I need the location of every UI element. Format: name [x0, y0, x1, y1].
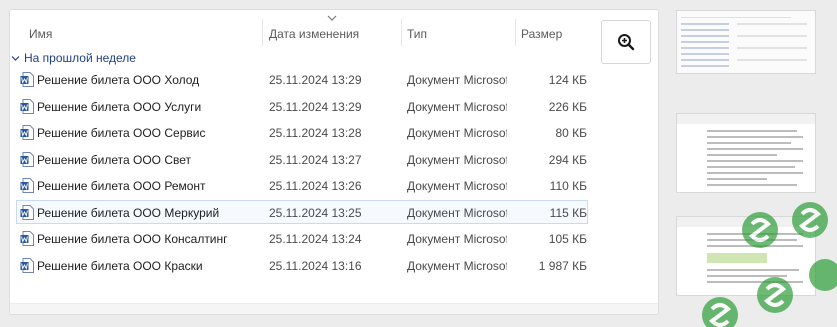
- chevron-down-icon: [11, 55, 20, 61]
- watermark-logo: [702, 202, 837, 327]
- mini-header-line: [681, 17, 791, 18]
- mini-text-line: [707, 136, 803, 138]
- word-document-icon: [20, 258, 34, 273]
- file-date: 25.11.2024 13:27: [269, 153, 362, 167]
- mini-text-line: [737, 35, 807, 37]
- file-explorer-panel: Имя Дата изменения Тип Размер На прошлой…: [9, 9, 659, 315]
- file-name: Решение билета ООО Свет: [37, 153, 192, 167]
- file-name: Решение билета ООО Услуги: [37, 100, 202, 114]
- mini-text-line: [681, 41, 729, 43]
- mini-text-line: [707, 142, 791, 144]
- group-header-label: На прошлой неделе: [24, 51, 136, 65]
- file-row[interactable]: Решение билета ООО Краски 25.11.2024 13:…: [16, 253, 588, 277]
- file-row[interactable]: Решение билета ООО Холод 25.11.2024 13:2…: [16, 67, 588, 91]
- mini-text-line: [707, 148, 803, 150]
- file-size: 110 КБ: [549, 179, 587, 193]
- mini-text-line: [681, 47, 729, 49]
- file-size: 105 КБ: [548, 232, 587, 246]
- file-date: 25.11.2024 13:29: [269, 73, 362, 87]
- mini-text-line: [737, 23, 807, 25]
- file-size: 1 987 КБ: [538, 259, 587, 273]
- mini-text-line: [681, 35, 729, 37]
- file-name: Решение билета ООО Меркурий: [37, 206, 220, 220]
- file-row[interactable]: Решение билета ООО Ремонт 25.11.2024 13:…: [16, 173, 588, 197]
- word-document-icon: [20, 125, 34, 140]
- status-bar: [10, 303, 658, 314]
- file-date: 25.11.2024 13:25: [269, 206, 362, 220]
- column-divider[interactable]: [515, 19, 516, 46]
- mini-toolbar: [677, 114, 815, 124]
- file-date: 25.11.2024 13:16: [269, 259, 362, 273]
- thumbnail-document-1[interactable]: [676, 113, 816, 193]
- file-date: 25.11.2024 13:24: [269, 232, 362, 246]
- word-document-icon: [20, 72, 34, 87]
- file-name: Решение билета ООО Ремонт: [37, 179, 206, 193]
- thumbnail-file-list[interactable]: [676, 10, 816, 74]
- file-size: 226 КБ: [548, 100, 587, 114]
- column-divider[interactable]: [401, 19, 402, 46]
- mini-text-line: [707, 154, 777, 156]
- word-document-icon: [20, 231, 34, 246]
- file-name: Решение билета ООО Холод: [37, 73, 200, 87]
- mini-text-line: [707, 172, 803, 174]
- mini-text-line: [681, 23, 729, 25]
- mini-text-line: [737, 47, 807, 49]
- file-row[interactable]: Решение билета ООО Услуги 25.11.2024 13:…: [16, 94, 588, 118]
- mini-text-line: [707, 166, 795, 168]
- column-header-date[interactable]: Дата изменения: [269, 27, 359, 55]
- word-document-icon: [20, 99, 34, 114]
- mini-text-line: [681, 53, 729, 55]
- file-name: Решение билета ООО Консалтинг: [37, 232, 228, 246]
- file-date: 25.11.2024 13:28: [269, 126, 362, 140]
- file-size: 124 КБ: [548, 73, 587, 87]
- file-name: Решение билета ООО Краски: [37, 259, 203, 273]
- file-size: 294 КБ: [548, 153, 587, 167]
- mini-text-line: [737, 59, 807, 61]
- word-document-icon: [20, 178, 34, 193]
- preview-zoom-button[interactable]: [601, 20, 651, 64]
- group-header-last-week[interactable]: На прошлой неделе: [11, 50, 136, 66]
- file-row[interactable]: Решение билета ООО Консалтинг 25.11.2024…: [16, 226, 588, 250]
- mini-text-line: [681, 65, 729, 67]
- file-date: 25.11.2024 13:26: [269, 179, 362, 193]
- file-size: 80 КБ: [555, 126, 587, 140]
- zoom-in-icon: [618, 34, 635, 51]
- column-divider[interactable]: [262, 19, 263, 46]
- word-document-icon: [20, 152, 34, 167]
- file-name: Решение билета ООО Сервис: [37, 126, 206, 140]
- file-row[interactable]: Решение билета ООО Сервис 25.11.2024 13:…: [16, 120, 588, 144]
- sort-chevron-icon: [327, 15, 337, 21]
- file-date: 25.11.2024 13:29: [269, 100, 362, 114]
- file-size: 115 КБ: [549, 206, 587, 220]
- mini-text-line: [707, 160, 803, 162]
- mini-text-line: [707, 178, 767, 180]
- mini-text-line: [707, 130, 797, 132]
- column-header-size[interactable]: Размер: [521, 27, 562, 55]
- mini-text-line: [681, 59, 729, 61]
- word-document-icon: [20, 205, 34, 220]
- file-row-hovered[interactable]: Решение билета ООО Меркурий 25.11.2024 1…: [16, 200, 588, 224]
- column-header-type[interactable]: Тип: [407, 27, 427, 55]
- mini-text-line: [707, 184, 797, 186]
- file-row[interactable]: Решение билета ООО Свет 25.11.2024 13:27…: [16, 147, 588, 171]
- mini-text-line: [681, 29, 729, 31]
